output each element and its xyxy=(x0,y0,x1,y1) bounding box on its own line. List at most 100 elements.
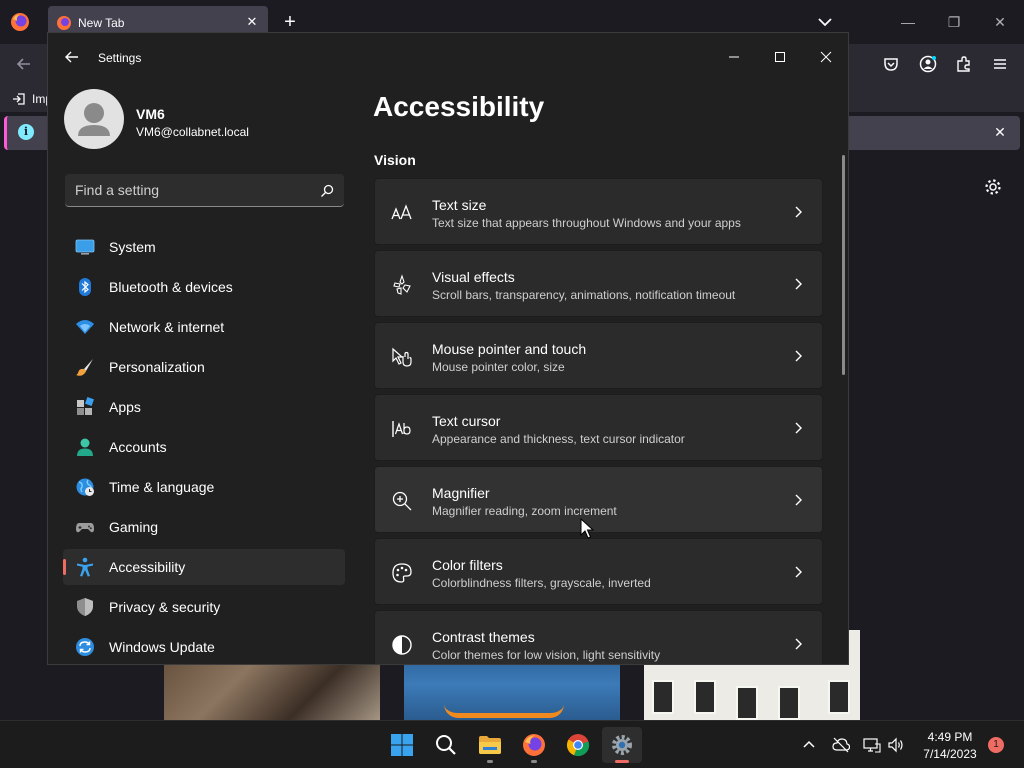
card-subtitle: Colorblindness filters, grayscale, inver… xyxy=(432,576,651,590)
taskbar-file-explorer[interactable] xyxy=(470,727,510,763)
settings-app-title: Settings xyxy=(98,51,142,65)
chrome-icon xyxy=(566,734,590,757)
firefox-minimize-button[interactable]: — xyxy=(898,12,918,32)
apps-icon xyxy=(77,397,94,415)
color-filters-icon xyxy=(392,563,412,583)
network-status-icon[interactable] xyxy=(863,736,881,754)
windows-update-icon xyxy=(76,638,94,656)
new-tab-settings-gear-icon[interactable] xyxy=(984,178,1002,196)
avatar[interactable] xyxy=(64,89,124,149)
start-button[interactable] xyxy=(382,727,422,763)
settings-maximize-button[interactable] xyxy=(757,41,803,73)
firefox-logo-icon[interactable] xyxy=(10,12,30,32)
list-all-tabs-chevron-down-icon[interactable] xyxy=(815,12,835,32)
menu-hamburger-icon[interactable] xyxy=(991,55,1009,73)
card-title: Text cursor xyxy=(432,413,501,429)
chevron-right-icon xyxy=(795,206,802,218)
import-bookmarks-icon[interactable] xyxy=(12,92,26,106)
active-indicator xyxy=(615,760,629,763)
user-silhouette-icon xyxy=(78,103,110,136)
firefox-close-button[interactable]: ✕ xyxy=(990,12,1010,32)
amazon-smile-logo xyxy=(444,704,564,718)
setting-card-contrast-themes[interactable]: Contrast themes Color themes for low vis… xyxy=(374,610,823,664)
sidebar-item-gaming[interactable]: Gaming xyxy=(63,509,345,545)
sidebar-item-label: Gaming xyxy=(109,519,159,535)
clock-date[interactable]: 7/14/2023 xyxy=(916,747,984,761)
sidebar-item-accounts[interactable]: Accounts xyxy=(63,429,345,465)
text-cursor-icon xyxy=(392,421,411,437)
card-subtitle: Color themes for low vision, light sensi… xyxy=(432,648,661,662)
mouse-cursor-icon xyxy=(580,518,594,539)
gaming-icon xyxy=(76,523,94,533)
magnifier-icon xyxy=(392,491,412,511)
setting-card-magnifier[interactable]: Magnifier Magnifier reading, zoom increm… xyxy=(374,466,823,533)
settings-close-button[interactable] xyxy=(803,41,849,73)
volume-icon[interactable] xyxy=(887,736,905,754)
setting-card-text-cursor[interactable]: Text cursor Appearance and thickness, te… xyxy=(374,394,823,461)
running-indicator xyxy=(487,760,493,763)
taskbar-search-button[interactable] xyxy=(426,727,466,763)
sidebar-item-apps[interactable]: Apps xyxy=(63,389,345,425)
tab-close-icon[interactable]: ✕ xyxy=(244,14,260,30)
windows-logo-icon xyxy=(391,734,413,756)
sidebar-item-personalization[interactable]: Personalization xyxy=(63,349,345,385)
system-icon xyxy=(75,239,95,255)
time-language-icon xyxy=(76,478,94,496)
building-window xyxy=(828,680,850,714)
card-title: Text size xyxy=(432,197,487,213)
taskbar-firefox[interactable] xyxy=(514,727,554,763)
setting-card-mouse-pointer-touch[interactable]: Mouse pointer and touch Mouse pointer co… xyxy=(374,322,823,389)
card-subtitle: Magnifier reading, zoom increment xyxy=(432,504,617,518)
card-subtitle: Mouse pointer color, size xyxy=(432,360,565,374)
tab-title: New Tab xyxy=(78,16,125,30)
text-size-icon xyxy=(391,204,412,220)
chevron-right-icon xyxy=(795,350,802,362)
firefox-favicon-icon xyxy=(57,16,71,30)
sidebar-item-label: Time & language xyxy=(109,479,215,495)
setting-card-visual-effects[interactable]: Visual effects Scroll bars, transparency… xyxy=(374,250,823,317)
firefox-back-arrow-icon[interactable] xyxy=(14,54,34,74)
sidebar-item-label: Privacy & security xyxy=(109,599,221,615)
clock-time[interactable]: 4:49 PM xyxy=(920,730,980,744)
sidebar-item-label: Network & internet xyxy=(109,319,225,335)
setting-card-text-size[interactable]: Text size Text size that appears through… xyxy=(374,178,823,245)
taskbar-chrome[interactable] xyxy=(558,727,598,763)
search-icon[interactable] xyxy=(320,184,334,198)
mouse-pointer-icon xyxy=(392,347,412,367)
sidebar-item-windows-update[interactable]: Windows Update xyxy=(63,629,345,664)
extensions-icon[interactable] xyxy=(955,55,973,73)
cloud-offline-icon[interactable] xyxy=(832,736,850,754)
sidebar-item-label: System xyxy=(109,239,156,255)
building-window xyxy=(778,686,800,720)
sidebar-item-network-internet[interactable]: Network & internet xyxy=(63,309,345,345)
card-title: Contrast themes xyxy=(432,629,535,645)
sidebar-item-bluetooth-devices[interactable]: Bluetooth & devices xyxy=(63,269,345,305)
firefox-restore-button[interactable]: ❐ xyxy=(944,12,964,32)
settings-minimize-button[interactable] xyxy=(711,41,757,73)
chevron-right-icon xyxy=(795,494,802,506)
bluetooth-icon xyxy=(79,278,91,296)
chevron-right-icon xyxy=(795,422,802,434)
sidebar-item-label: Bluetooth & devices xyxy=(109,279,233,295)
show-hidden-icons-chevron-up-icon[interactable] xyxy=(800,736,818,754)
notification-badge[interactable]: 1 xyxy=(988,737,1004,753)
sidebar-item-system[interactable]: System xyxy=(63,229,345,265)
card-subtitle: Appearance and thickness, text cursor in… xyxy=(432,432,685,446)
sidebar-item-accessibility[interactable]: Accessibility xyxy=(63,549,345,585)
card-title: Visual effects xyxy=(432,269,515,285)
content-scrollbar[interactable] xyxy=(842,155,845,375)
new-tab-button[interactable]: + xyxy=(280,12,300,32)
account-icon[interactable] xyxy=(919,55,937,73)
search-input[interactable] xyxy=(75,182,305,198)
card-title: Magnifier xyxy=(432,485,490,501)
pocket-icon[interactable] xyxy=(882,55,900,73)
chevron-right-icon xyxy=(795,566,802,578)
sidebar-item-label: Apps xyxy=(109,399,141,415)
settings-back-arrow-icon[interactable] xyxy=(64,49,80,65)
visual-effects-icon xyxy=(393,274,411,295)
setting-card-color-filters[interactable]: Color filters Colorblindness filters, gr… xyxy=(374,538,823,605)
sidebar-item-privacy-security[interactable]: Privacy & security xyxy=(63,589,345,625)
taskbar-settings[interactable] xyxy=(602,727,642,763)
sidebar-item-time-language[interactable]: Time & language xyxy=(63,469,345,505)
notification-close-icon[interactable]: ✕ xyxy=(992,124,1008,140)
